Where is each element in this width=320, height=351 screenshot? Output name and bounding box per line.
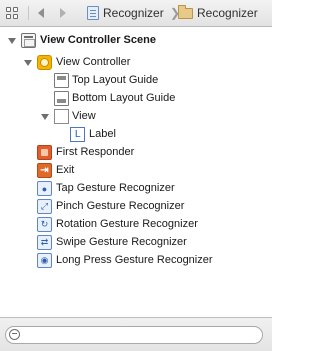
outline-row-swipe-gesture-recognizer[interactable]: ⇄ Swipe Gesture Recognizer	[0, 234, 272, 252]
disclosure-expanded-icon[interactable]	[24, 60, 32, 66]
outline-row-tap-gesture-recognizer[interactable]: ● Tap Gesture Recognizer	[0, 180, 272, 198]
outline-item-label: Swipe Gesture Recognizer	[56, 236, 187, 248]
outline-row-label[interactable]: L Label	[0, 126, 272, 144]
filter-icon	[9, 329, 20, 340]
pinch-gesture-icon: ⤢	[37, 199, 52, 214]
outline-row-exit[interactable]: ⇥ Exit	[0, 162, 272, 180]
back-arrow-icon	[38, 8, 44, 18]
top-layout-guide-icon	[54, 73, 69, 88]
outline-row-bottom-layout-guide[interactable]: Bottom Layout Guide	[0, 90, 272, 108]
outline-row-view-controller-scene[interactable]: View Controller Scene	[0, 32, 272, 50]
outline-item-label: Bottom Layout Guide	[72, 92, 176, 104]
outline-item-label: Exit	[56, 164, 75, 176]
first-responder-icon	[37, 145, 52, 160]
disclosure-expanded-icon[interactable]	[41, 114, 49, 120]
outline-row-pinch-gesture-recognizer[interactable]: ⤢ Pinch Gesture Recognizer	[0, 198, 272, 216]
label-icon: L	[70, 127, 85, 142]
outline-item-label: View Controller	[56, 56, 131, 68]
disclosure-expanded-icon[interactable]	[8, 38, 16, 44]
filter-input[interactable]	[5, 326, 263, 344]
long-press-gesture-icon: ◉	[37, 253, 52, 268]
breadcrumb-folder[interactable]: Recognizer	[178, 4, 258, 22]
outline-item-label: Top Layout Guide	[72, 74, 159, 86]
outline-item-label: Pinch Gesture Recognizer	[56, 200, 185, 212]
breadcrumb-project-label: Recognizer	[103, 6, 164, 20]
outline-item-label: Rotation Gesture Recognizer	[56, 218, 198, 230]
tap-gesture-icon: ●	[37, 181, 52, 196]
outline-item-label: Long Press Gesture Recognizer	[56, 254, 213, 266]
outline-item-label: View	[72, 110, 96, 122]
toolbar-divider	[28, 6, 29, 20]
swipe-gesture-icon: ⇄	[37, 235, 52, 250]
folder-icon	[178, 4, 193, 19]
bottom-layout-guide-icon	[54, 91, 69, 106]
forward-arrow-icon	[60, 8, 66, 18]
breadcrumb-folder-label: Recognizer	[197, 6, 258, 20]
rotation-gesture-icon: ↻	[37, 217, 52, 232]
project-file-icon	[87, 6, 99, 20]
view-controller-icon	[37, 55, 52, 70]
view-icon	[54, 109, 69, 124]
jump-bar: Recognizer ❯ Recognizer	[0, 0, 272, 27]
outline-item-label: First Responder	[56, 146, 135, 158]
outline-row-rotation-gesture-recognizer[interactable]: ↻ Rotation Gesture Recognizer	[0, 216, 272, 234]
back-button[interactable]	[34, 4, 48, 22]
outline-item-label: Tap Gesture Recognizer	[56, 182, 175, 194]
outline-row-view-controller[interactable]: View Controller	[0, 54, 272, 72]
outline-item-label: Label	[89, 128, 116, 140]
outline-filter-bar	[0, 317, 272, 351]
outline-row-first-responder[interactable]: First Responder	[0, 144, 272, 162]
related-items-button[interactable]	[3, 4, 21, 22]
outline-row-long-press-gesture-recognizer[interactable]: ◉ Long Press Gesture Recognizer	[0, 252, 272, 270]
grid-icon	[5, 6, 19, 20]
document-outline: View Controller Scene View Controller To…	[0, 27, 272, 317]
scene-icon	[21, 33, 36, 48]
outline-row-view[interactable]: View	[0, 108, 272, 126]
outline-item-label: View Controller Scene	[40, 34, 156, 46]
breadcrumb-project[interactable]: Recognizer	[87, 4, 164, 22]
exit-icon: ⇥	[37, 163, 52, 178]
forward-button[interactable]	[56, 4, 70, 22]
outline-row-top-layout-guide[interactable]: Top Layout Guide	[0, 72, 272, 90]
